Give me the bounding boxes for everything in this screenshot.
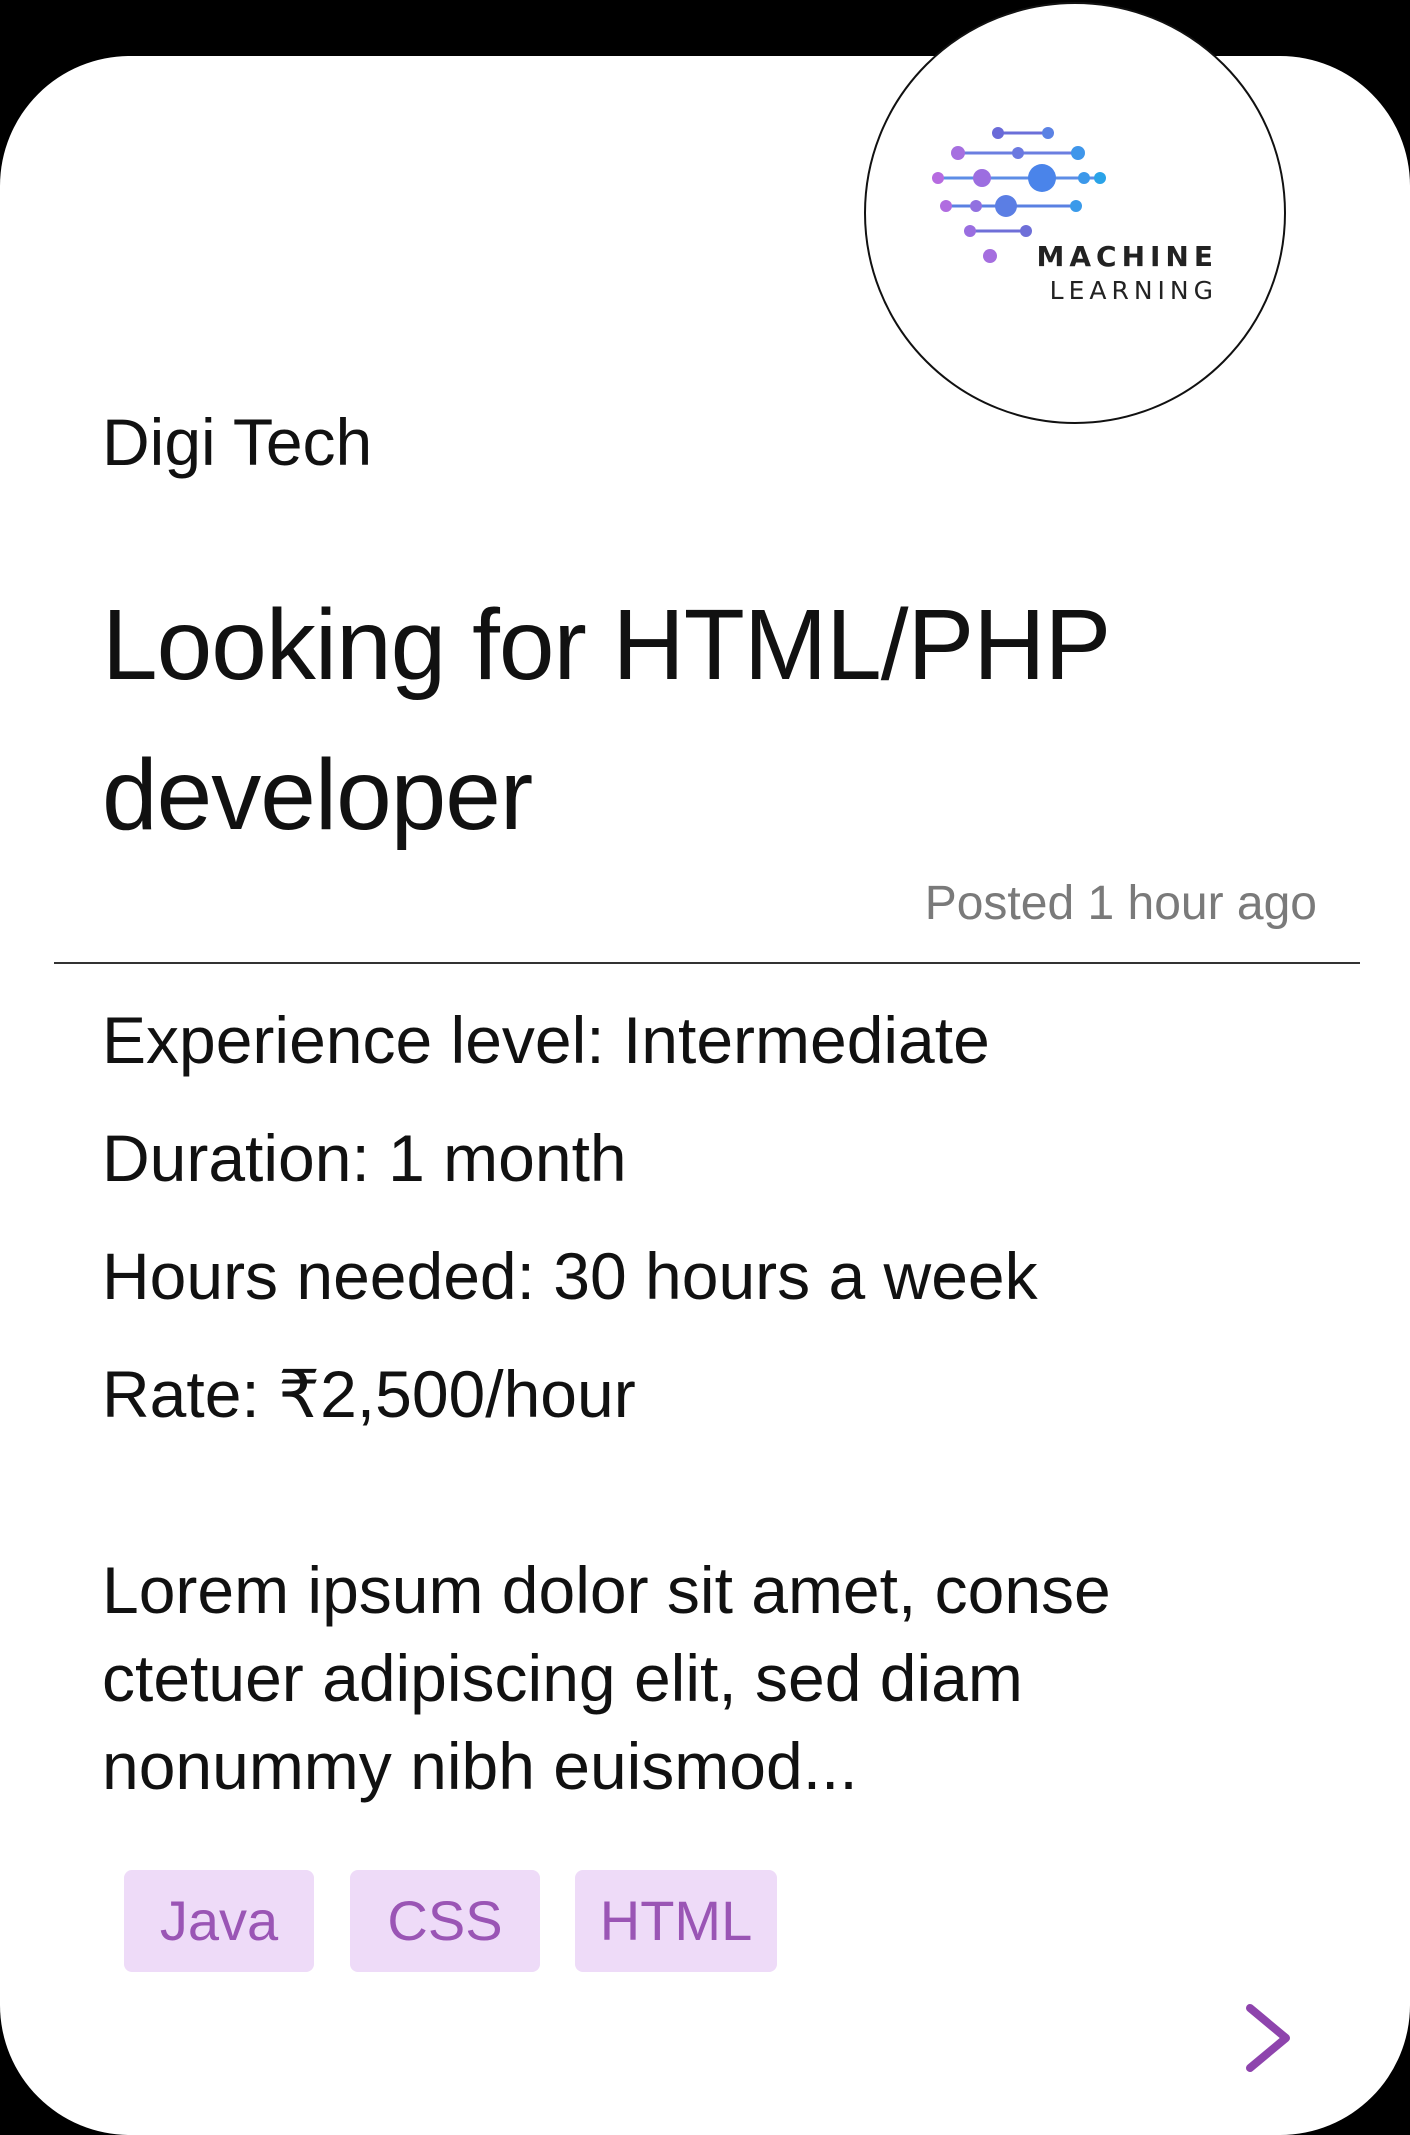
chevron-right-icon[interactable]: [1236, 2002, 1300, 2074]
experience-level: Experience level: Intermediate: [102, 1003, 990, 1077]
skill-tag-html[interactable]: HTML: [575, 1870, 777, 1972]
logo-text-machine: MACHINE: [1036, 240, 1218, 273]
company-logo: MACHINE LEARNING: [864, 2, 1286, 424]
logo-text-learning: LEARNING: [1049, 276, 1218, 305]
job-title: Looking for HTML/PHP developer: [102, 589, 1109, 851]
skill-tag-css[interactable]: CSS: [350, 1870, 540, 1972]
rate: Rate: ₹2,500/hour: [102, 1357, 636, 1431]
company-name: Digi Tech: [102, 405, 373, 479]
divider: [54, 962, 1360, 964]
skill-tag-java[interactable]: Java: [124, 1870, 314, 1972]
job-description: Lorem ipsum dolor sit amet, conse ctetue…: [102, 1553, 1111, 1803]
duration: Duration: 1 month: [102, 1121, 627, 1195]
posted-time: Posted 1 hour ago: [924, 877, 1317, 930]
hours-needed: Hours needed: 30 hours a week: [102, 1239, 1038, 1313]
